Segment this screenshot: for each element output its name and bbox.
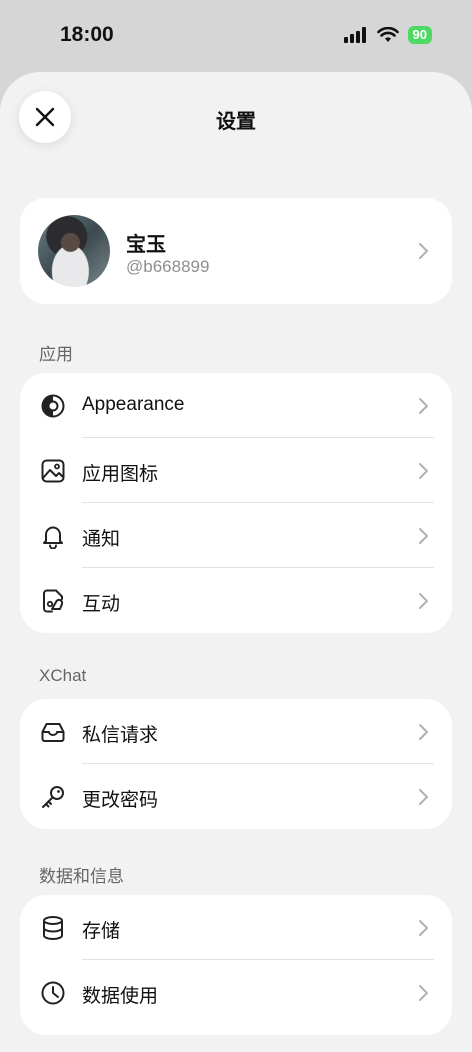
section-card-app: Appearance 应用图标 通知 互动 — [20, 373, 452, 633]
image-icon — [40, 458, 66, 484]
interaction-icon — [40, 588, 66, 614]
row-label: 存储 — [82, 921, 121, 942]
chevron-right-icon — [418, 462, 430, 480]
row-label: 互动 — [82, 594, 121, 615]
page-title: 设置 — [216, 111, 256, 133]
status-time: 18:00 — [60, 23, 114, 46]
section-card-data: 存储 数据使用 — [20, 895, 452, 1035]
database-icon — [40, 915, 66, 941]
section-card-xchat: 私信请求 更改密码 — [20, 699, 452, 829]
battery-indicator: 90 — [407, 26, 432, 44]
chevron-right-icon — [418, 242, 430, 260]
settings-row-interaction[interactable]: 互动 — [20, 568, 452, 633]
chevron-right-icon — [418, 592, 430, 610]
row-label: 更改密码 — [82, 790, 159, 811]
clock-icon — [40, 980, 66, 1006]
avatar — [38, 215, 110, 287]
row-label: 数据使用 — [82, 986, 159, 1007]
section-header-data: 数据和信息 — [39, 867, 124, 886]
settings-row-storage[interactable]: 存储 — [20, 895, 452, 960]
settings-row-message-requests[interactable]: 私信请求 — [20, 699, 452, 764]
appearance-icon — [40, 393, 66, 419]
status-icons: 90 — [343, 26, 432, 44]
chevron-right-icon — [418, 788, 430, 806]
inbox-icon — [40, 719, 66, 745]
bell-icon — [40, 523, 66, 549]
section-header-xchat: XChat — [39, 666, 87, 685]
profile-name: 宝玉 — [126, 234, 166, 256]
chevron-right-icon — [418, 527, 430, 545]
chevron-right-icon — [418, 919, 430, 937]
settings-row-app-icon[interactable]: 应用图标 — [20, 438, 452, 503]
wifi-icon — [376, 27, 399, 43]
settings-sheet: 设置 宝玉 @b668899 应用 Appearance 应用图标 通知 互动 … — [0, 72, 472, 1052]
section-header-app: 应用 — [39, 345, 73, 364]
profile-handle: @b668899 — [126, 257, 210, 276]
row-label: 应用图标 — [82, 464, 159, 485]
settings-row-change-password[interactable]: 更改密码 — [20, 764, 452, 829]
row-label: 通知 — [82, 529, 121, 550]
row-label: Appearance — [82, 394, 185, 415]
profile-card[interactable]: 宝玉 @b668899 — [20, 198, 452, 304]
settings-row-appearance[interactable]: Appearance — [20, 373, 452, 438]
chevron-right-icon — [418, 984, 430, 1002]
row-label: 私信请求 — [82, 725, 159, 746]
settings-row-data-usage[interactable]: 数据使用 — [20, 960, 452, 1025]
status-bar: 18:00 90 — [0, 0, 472, 70]
key-icon — [40, 784, 66, 810]
chevron-right-icon — [418, 397, 430, 415]
chevron-right-icon — [418, 723, 430, 741]
signal-icon — [343, 27, 368, 43]
settings-row-notifications[interactable]: 通知 — [20, 503, 452, 568]
